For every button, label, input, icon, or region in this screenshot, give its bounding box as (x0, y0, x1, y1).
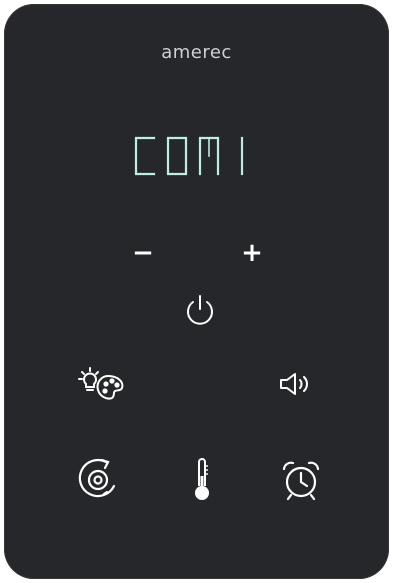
steam-cycle-button[interactable] (74, 454, 122, 502)
power-icon (187, 295, 213, 325)
plus-label: + (241, 238, 263, 268)
light-color-palette-icon (78, 367, 124, 400)
segment-display (4, 134, 389, 182)
sound-button[interactable] (276, 366, 316, 402)
steam-cycle-icon (78, 458, 116, 498)
light-color-button[interactable] (76, 364, 128, 404)
speaker-sound-icon (280, 373, 308, 395)
alarm-clock-icon (282, 461, 320, 501)
minus-label: − (132, 238, 154, 268)
control-panel: amerec − + (4, 4, 389, 579)
thermometer-icon (195, 458, 209, 500)
segment-display-readout (134, 136, 243, 176)
temperature-button[interactable] (186, 454, 218, 506)
decrease-button[interactable]: − (128, 238, 158, 268)
timer-button[interactable] (276, 456, 326, 504)
increase-button[interactable]: + (237, 238, 267, 268)
brand-logo: amerec (161, 42, 232, 63)
power-button[interactable] (182, 292, 218, 328)
